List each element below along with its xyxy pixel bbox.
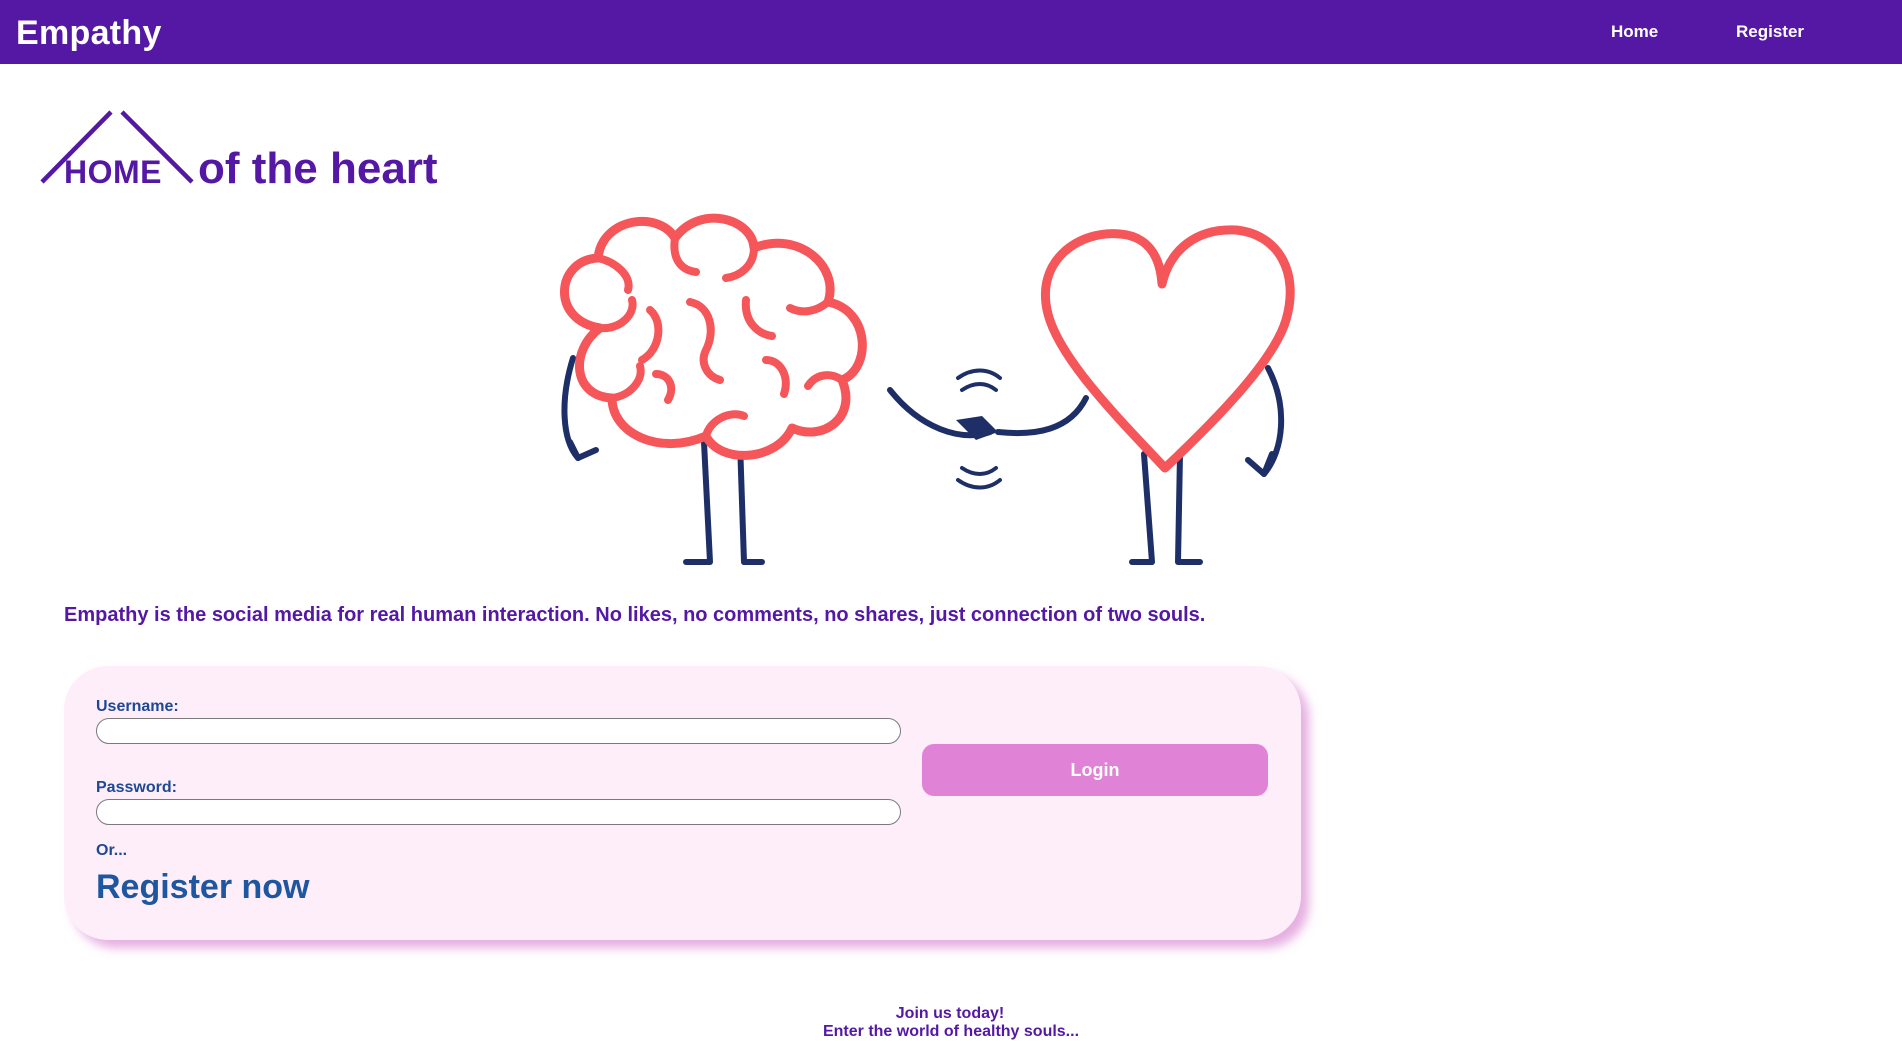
logo-tagline: of the heart bbox=[198, 144, 438, 193]
home-of-the-heart-logo: HOME of the heart bbox=[40, 108, 460, 198]
username-label: Username: bbox=[96, 698, 179, 715]
brain-heart-handshake-illustration bbox=[560, 213, 1295, 565]
nav-link-register[interactable]: Register bbox=[1736, 22, 1804, 42]
login-button[interactable]: Login bbox=[922, 744, 1268, 796]
top-navbar: Empathy Home Register bbox=[0, 0, 1902, 64]
or-text: Or... bbox=[96, 842, 128, 859]
heart-character-icon bbox=[995, 225, 1295, 565]
password-input[interactable] bbox=[96, 799, 901, 825]
intro-description: Empathy is the social media for real hum… bbox=[64, 604, 1206, 626]
password-label: Password: bbox=[96, 779, 177, 796]
login-form-card: Username: Password: Login Or... Register… bbox=[64, 666, 1301, 940]
brain-character-icon bbox=[560, 213, 993, 565]
username-input[interactable] bbox=[96, 718, 901, 744]
brand-logo-text[interactable]: Empathy bbox=[16, 14, 162, 53]
logo-home-text: HOME bbox=[64, 154, 162, 190]
handshake-icon bbox=[956, 368, 1002, 490]
nav-link-home[interactable]: Home bbox=[1611, 22, 1658, 42]
footer-enter-text: Enter the world of healthy souls... bbox=[822, 1023, 1080, 1040]
register-now-link[interactable]: Register now bbox=[96, 868, 309, 907]
footer-join-text: Join us today! bbox=[895, 1005, 1005, 1022]
